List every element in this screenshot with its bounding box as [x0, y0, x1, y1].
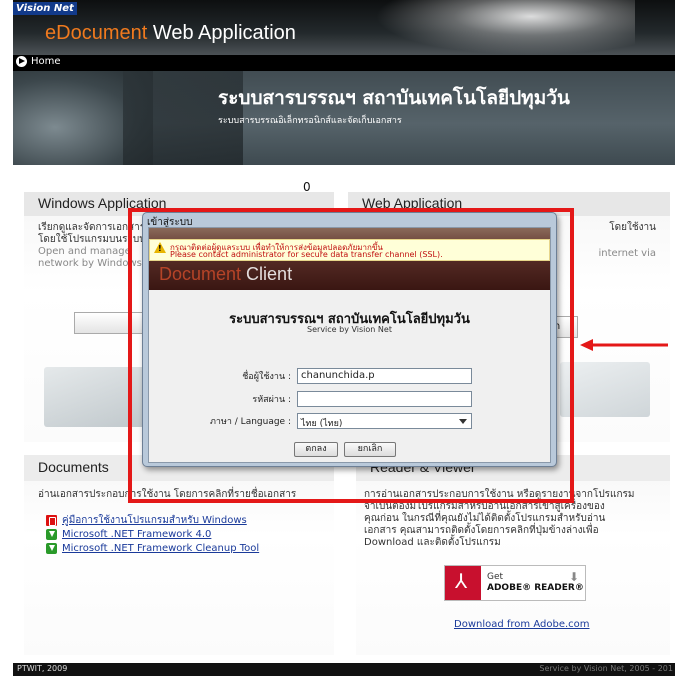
footer: PTWIT, 2009 Service by Vision Net, 2005 … — [13, 663, 675, 676]
download-arrow-icon: ⬇ — [568, 570, 579, 584]
home-label: Home — [31, 56, 61, 67]
app-title-rest: Web Application — [147, 22, 296, 44]
download-icon — [46, 542, 57, 554]
document-link-label: Microsoft .NET Framework 4.0 — [62, 528, 212, 540]
banner-glow — [375, 0, 635, 55]
app-title: eDocument Web Application — [45, 22, 296, 45]
adobe-logo-icon — [445, 566, 481, 600]
reader-line-4: เอกสาร คุณสามารถติดตั้งโดยการคลิกที่ปุ่ม… — [364, 525, 599, 536]
download-icon — [46, 528, 57, 540]
document-link-dotnet[interactable]: Microsoft .NET Framework 4.0 — [46, 527, 334, 541]
app-title-accent: eDocument — [45, 22, 148, 44]
vision-net-logo: Vision Net — [13, 2, 77, 15]
institute-title: ระบบสารบรรณฯ สถาบันเทคโนโลยีปทุมวัน — [218, 87, 570, 109]
pdf-icon — [46, 514, 57, 526]
highlight-arrow-icon — [580, 339, 668, 351]
reader-line-5: Download และติดตั้งโปรแกรม — [364, 537, 501, 548]
footer-service: Service by Vision Net, 2005 - 201 — [539, 664, 673, 673]
document-links: คู่มือการใช้งานโปรแกรมสำหรับ Windows Mic… — [24, 501, 334, 555]
footer-copyright: PTWIT, 2009 — [17, 664, 68, 673]
document-link-manual[interactable]: คู่มือการใช้งานโปรแกรมสำหรับ Windows — [46, 513, 334, 527]
home-link[interactable]: Home — [16, 56, 61, 67]
header-banner: Vision Net eDocument Web Application Hom… — [13, 0, 675, 165]
nav-bar: Home — [13, 55, 675, 71]
document-link-label: คู่มือการใช้งานโปรแกรมสำหรับ Windows — [62, 514, 247, 526]
highlight-box — [128, 208, 574, 503]
reader-line-3: คุณก่อน ในกรณีที่คุณยังไม่ได้ติดตั้งโปรแ… — [364, 513, 606, 524]
home-arrow-icon — [16, 56, 27, 67]
institute-subtitle: ระบบสารบรรณอิเล็กทรอนิกส์และจัดเก็บเอกสา… — [218, 116, 402, 126]
adobe-download-link[interactable]: Download from Adobe.com — [454, 619, 590, 630]
document-link-label: Microsoft .NET Framework Cleanup Tool — [62, 542, 260, 554]
adobe-reader-name: ADOBE® READER® — [487, 583, 584, 593]
adobe-reader-badge[interactable]: Get ADOBE® READER® ⬇ — [444, 565, 586, 601]
document-link-cleanup[interactable]: Microsoft .NET Framework Cleanup Tool — [46, 541, 334, 555]
